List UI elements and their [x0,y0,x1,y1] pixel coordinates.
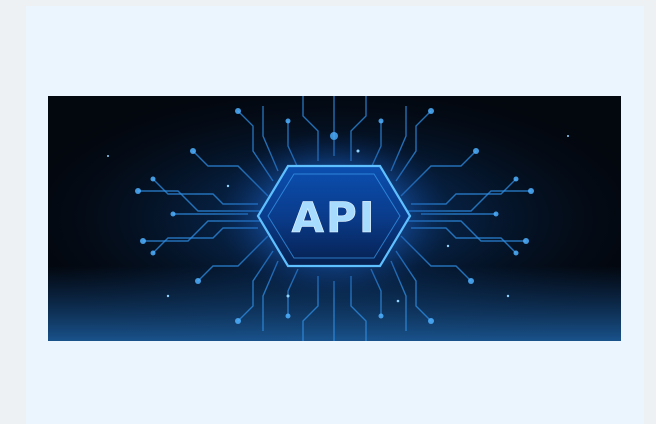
api-chip-circuit-icon: API [48,96,621,341]
api-banner-image: API [48,96,621,341]
api-label: API [292,193,377,242]
